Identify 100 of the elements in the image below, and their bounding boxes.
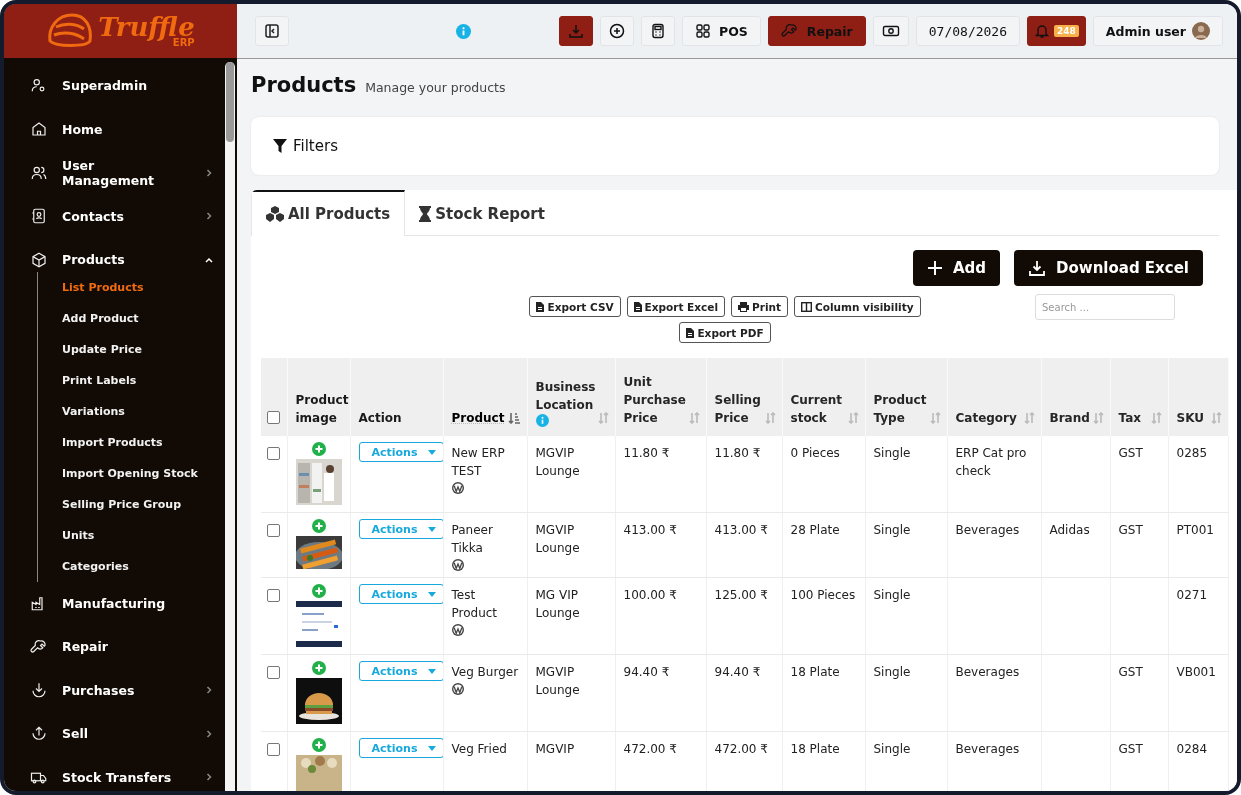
search-field[interactable]: Search ...: [1035, 294, 1175, 320]
sidebar-toggle-button[interactable]: [255, 16, 289, 46]
sidebar-item[interactable]: Stock Transfers: [30, 755, 220, 791]
add-circle-icon[interactable]: [311, 442, 326, 456]
column-header: Brand: [1049, 410, 1090, 427]
sort-icon[interactable]: [1150, 412, 1162, 424]
submenu-item[interactable]: Variations: [62, 395, 220, 427]
column-header: Category: [955, 410, 1017, 427]
select-all-checkbox[interactable]: [267, 411, 280, 424]
user-menu-button[interactable]: Admin user: [1092, 16, 1223, 46]
download-excel-button[interactable]: Download Excel: [1014, 250, 1203, 286]
submenu-item[interactable]: Categories: [62, 550, 220, 582]
row-checkbox[interactable]: [267, 524, 280, 537]
scrollbar-thumb[interactable]: [226, 62, 234, 142]
filters-panel[interactable]: Filters: [251, 117, 1219, 175]
sort-icon[interactable]: [1092, 412, 1104, 424]
column-header: Product image: [295, 392, 349, 427]
submenu-item[interactable]: Add Product: [62, 302, 220, 334]
download-button[interactable]: [559, 16, 593, 46]
table-cell-text: VB001: [1176, 664, 1217, 681]
export-button[interactable]: Column visibility: [794, 296, 921, 317]
sidebar-item[interactable]: Contacts: [30, 194, 220, 238]
page-subtitle: Manage your products: [365, 80, 506, 95]
caret-icon: [427, 449, 436, 455]
submenu-item[interactable]: Units: [62, 519, 220, 551]
submenu-item[interactable]: Print Labels: [62, 364, 220, 396]
export-button[interactable]: Export PDF: [679, 322, 771, 343]
sidebar-item[interactable]: User Management: [30, 151, 220, 195]
sidebar-item[interactable]: Repair: [30, 625, 220, 669]
date-display: 07/08/2026: [915, 16, 1021, 46]
notification-badge: 248: [1054, 25, 1079, 37]
product-name: Paneer Tikka: [451, 522, 494, 557]
column-header: SKU: [1176, 410, 1204, 427]
table-cell-text: PT001: [1176, 522, 1215, 539]
column-header: Business Location: [535, 379, 596, 414]
sort-icon[interactable]: [764, 412, 776, 424]
row-checkbox[interactable]: [267, 589, 280, 602]
add-circle-icon[interactable]: [311, 519, 326, 533]
sort-icon[interactable]: [1023, 412, 1035, 424]
table-cell-text: GST: [1118, 445, 1144, 462]
sidebar-item[interactable]: Manufacturing: [30, 581, 220, 625]
calculator-icon: [650, 23, 666, 39]
upload-icon: [30, 724, 48, 743]
row-checkbox[interactable]: [267, 447, 280, 460]
home-icon: [30, 120, 48, 139]
table-cell-text: Adidas: [1049, 522, 1091, 539]
product-name: Veg Fried: [451, 741, 508, 758]
tab[interactable]: Stock Report: [405, 190, 559, 235]
pos-button[interactable]: POS: [682, 16, 761, 46]
cubes-icon: [266, 206, 284, 222]
printer-icon: [738, 301, 749, 312]
info-icon[interactable]: [456, 23, 471, 39]
add-circle-icon[interactable]: [311, 661, 326, 675]
sidebar-item[interactable]: Superadmin: [30, 64, 220, 108]
column-header: Unit Purchase Price: [623, 374, 686, 427]
table-cell-text: 0285: [1176, 445, 1209, 462]
table-cell-text: MGVIP Lounge: [535, 522, 581, 557]
avatar-icon: [1192, 22, 1210, 40]
row-checkbox[interactable]: [267, 743, 280, 756]
sidebar-item[interactable]: Home: [30, 107, 220, 151]
submenu-item[interactable]: Import Products: [62, 426, 220, 458]
table-cell-text: 28 Plate: [790, 522, 841, 539]
submenu-item[interactable]: Selling Price Group: [62, 488, 220, 520]
grid-icon: [695, 23, 711, 39]
cash-button[interactable]: [872, 16, 909, 46]
add-button[interactable]: [600, 16, 634, 46]
sort-icon[interactable]: [1210, 412, 1222, 424]
sort-icon[interactable]: [688, 412, 700, 424]
row-checkbox[interactable]: [267, 666, 280, 679]
export-button[interactable]: Export CSV: [529, 296, 621, 317]
table-cell-text: 18 Plate: [790, 741, 841, 758]
export-button[interactable]: Print: [731, 296, 788, 317]
submenu-item[interactable]: Update Price: [62, 333, 220, 365]
sort-icon[interactable]: [847, 412, 859, 424]
add-circle-icon[interactable]: [311, 738, 326, 752]
submenu-item[interactable]: Import Opening Stock: [62, 457, 220, 489]
sort-descending-icon[interactable]: [507, 412, 521, 424]
contact-book-icon: [30, 207, 48, 226]
add-circle-icon[interactable]: [311, 584, 326, 598]
add-product-button[interactable]: Add: [912, 250, 1001, 286]
sort-icon[interactable]: [929, 412, 941, 424]
column-header: Product Type: [873, 392, 927, 427]
caret-icon: [427, 526, 436, 532]
column-header: Product: [451, 410, 505, 427]
export-button[interactable]: Export Excel: [626, 296, 725, 317]
sidebar-toggle-icon: [264, 23, 280, 39]
column-header: Tax: [1118, 410, 1141, 427]
plus-circle-icon: [609, 23, 625, 39]
tab[interactable]: All Products: [251, 190, 406, 236]
sort-icon[interactable]: [598, 412, 610, 424]
file-icon: [633, 301, 642, 312]
table-cell-text: GST: [1118, 741, 1144, 758]
table-cell-text: 100 Pieces: [790, 587, 857, 604]
download-icon: [30, 681, 48, 700]
calculator-button[interactable]: [641, 16, 675, 46]
sidebar-item[interactable]: Sell: [30, 712, 220, 756]
page-title: Products: [251, 73, 357, 97]
table-cell-text: 11.80 ₹: [714, 445, 762, 462]
columns-icon: [801, 301, 812, 312]
sidebar-item[interactable]: Purchases: [30, 668, 220, 712]
